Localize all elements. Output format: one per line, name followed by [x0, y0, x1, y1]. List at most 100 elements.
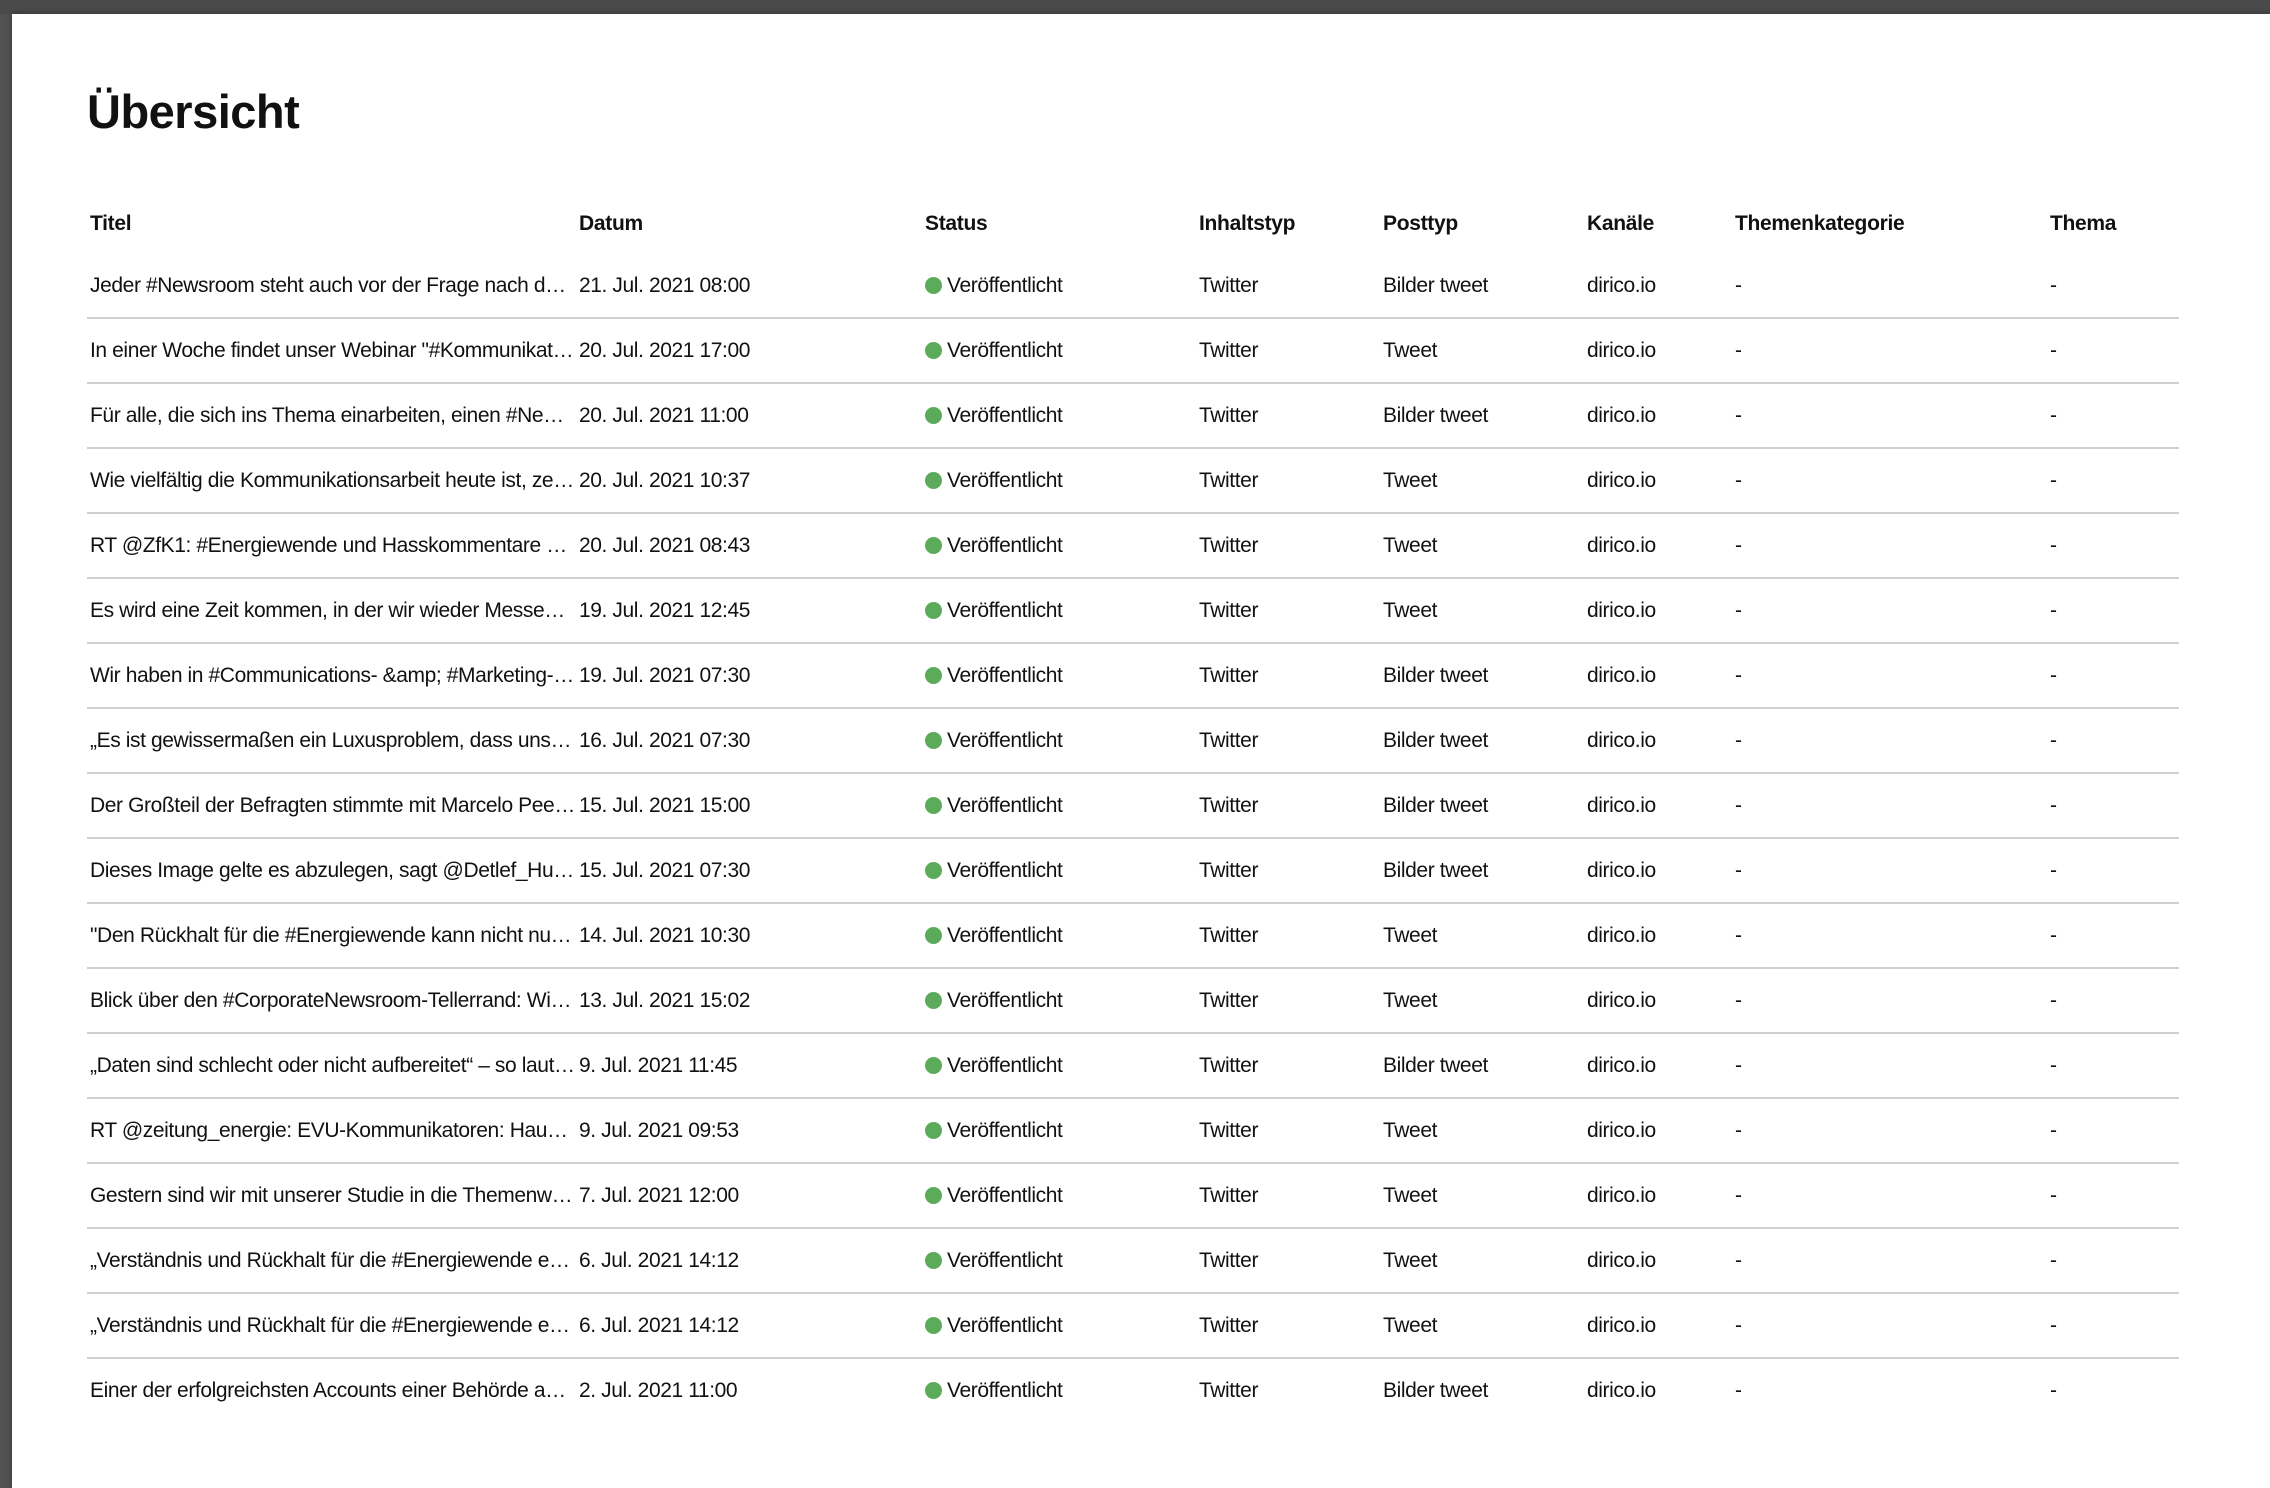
cell-date: 21. Jul. 2021 08:00	[576, 254, 922, 319]
cell-topic-category: -	[1732, 254, 2047, 319]
table-row[interactable]: Jeder #Newsroom steht auch vor der Frage…	[87, 254, 2179, 319]
status-dot-icon	[925, 796, 942, 814]
column-header-date: Datum	[579, 212, 643, 235]
cell-topic: -	[2047, 708, 2179, 774]
cell-content-type: Twitter	[1196, 708, 1380, 774]
cell-title: Einer der erfolgreichsten Accounts einer…	[90, 1378, 576, 1402]
cell-status: Veröffentlicht	[922, 903, 1196, 969]
cell-topic: -	[2047, 318, 2179, 384]
cell-date: 16. Jul. 2021 07:30	[576, 708, 922, 774]
cell-post-type: Tweet	[1380, 1228, 1584, 1294]
cell-status: Veröffentlicht	[922, 513, 1196, 579]
cell-topic-category: -	[1732, 1098, 2047, 1164]
table-row[interactable]: „Es ist gewissermaßen ein Luxusproblem, …	[87, 708, 2179, 774]
status-dot-icon	[925, 341, 942, 359]
cell-date: 2. Jul. 2021 11:00	[579, 1378, 738, 1402]
cell-channels: dirico.io	[1584, 1098, 1732, 1164]
table-row[interactable]: „Verständnis und Rückhalt für die #Energ…	[87, 1293, 2179, 1359]
cell-topic: -	[2047, 1098, 2179, 1164]
cell-channels: dirico.io	[1584, 383, 1732, 449]
cell-topic: -	[2047, 1293, 2179, 1359]
status-dot-icon	[925, 666, 942, 684]
column-header-post-type: Posttyp	[1383, 212, 1458, 235]
cell-post-type: Bilder tweet	[1380, 383, 1584, 449]
column-header-content-type: Inhaltstyp	[1199, 212, 1296, 235]
table-row[interactable]: Wir haben in #Communications- &amp; #Mar…	[87, 643, 2179, 709]
cell-topic-category: -	[1732, 1033, 2047, 1099]
table-row[interactable]: „Daten sind schlecht oder nicht aufberei…	[87, 1033, 2179, 1099]
table-row[interactable]: RT @ZfK1: #Energiewende und Hasskommenta…	[87, 513, 2179, 579]
cell-status: Veröffentlicht	[922, 1293, 1196, 1359]
cell-title: RT @ZfK1: #Energiewende und Hasskommenta…	[87, 513, 576, 579]
cell-topic: -	[2047, 513, 2179, 579]
cell-status: Veröffentlicht	[922, 643, 1196, 709]
cell-post-type: Tweet	[1380, 968, 1584, 1034]
status-label: Veröffentlicht	[947, 663, 1063, 687]
cell-post-type: Tweet	[1380, 1098, 1584, 1164]
cell-channels: dirico.io	[1584, 254, 1732, 319]
table-row[interactable]: Wie vielfältig die Kommunikationsarbeit …	[87, 448, 2179, 514]
table-row[interactable]: „Verständnis und Rückhalt für die #Energ…	[87, 1228, 2179, 1294]
cell-topic: -	[2047, 1228, 2179, 1294]
cell-date: 15. Jul. 2021 07:30	[576, 838, 922, 904]
table-row[interactable]: Es wird eine Zeit kommen, in der wir wie…	[87, 578, 2179, 644]
cell-date: 14. Jul. 2021 10:30	[576, 903, 922, 969]
table-row[interactable]: "Den Rückhalt für die #Energiewende kann…	[87, 903, 2179, 969]
cell-topic-category: -	[1732, 1163, 2047, 1229]
status-dot-icon	[925, 926, 942, 944]
cell-date: 20. Jul. 2021 10:37	[576, 448, 922, 514]
cell-status: Veröffentlicht	[922, 838, 1196, 904]
table-row[interactable]: Einer der erfolgreichsten Accounts einer…	[87, 1358, 2179, 1422]
cell-status: Veröffentlicht	[922, 383, 1196, 449]
cell-topic-category: -	[1732, 448, 2047, 514]
status-label: Veröffentlicht	[947, 1118, 1063, 1142]
cell-title: Für alle, die sich ins Thema einarbeiten…	[87, 383, 576, 449]
cell-date: 20. Jul. 2021 17:00	[576, 318, 922, 384]
table-row[interactable]: Der Großteil der Befragten stimmte mit M…	[87, 773, 2179, 839]
cell-topic: -	[2047, 254, 2179, 319]
cell-status: Veröffentlicht	[922, 318, 1196, 384]
cell-post-type: Bilder tweet	[1380, 838, 1584, 904]
cell-post-type: Tweet	[1380, 448, 1584, 514]
status-dot-icon	[925, 601, 942, 619]
table-row[interactable]: Für alle, die sich ins Thema einarbeiten…	[87, 383, 2179, 449]
cell-topic: -	[2047, 383, 2179, 449]
cell-date: 19. Jul. 2021 12:45	[576, 578, 922, 644]
status-label: Veröffentlicht	[947, 338, 1063, 362]
cell-content-type: Twitter	[1196, 773, 1380, 839]
cell-title: Es wird eine Zeit kommen, in der wir wie…	[87, 578, 576, 644]
status-dot-icon	[925, 1121, 942, 1139]
overview-table: Titel Datum Status Inhaltstyp Posttyp Ka…	[87, 194, 2179, 1422]
page-title: Übersicht	[87, 85, 300, 138]
status-label: Veröffentlicht	[947, 728, 1063, 752]
status-dot-icon	[925, 1186, 942, 1204]
cell-status: Veröffentlicht	[922, 1098, 1196, 1164]
status-label: Veröffentlicht	[947, 1378, 1063, 1402]
cell-title: RT @zeitung_energie: EVU-Kommunikatoren:…	[87, 1098, 576, 1164]
cell-status: Veröffentlicht	[922, 968, 1196, 1034]
column-header-status: Status	[925, 212, 988, 235]
cell-title: Gestern sind wir mit unserer Studie in d…	[87, 1163, 576, 1229]
cell-title: Blick über den #CorporateNewsroom-Teller…	[87, 968, 576, 1034]
cell-content-type: Twitter	[1196, 1293, 1380, 1359]
cell-topic-category: -	[1732, 578, 2047, 644]
cell-status: Veröffentlicht	[922, 1358, 1196, 1422]
cell-title: Wir haben in #Communications- &amp; #Mar…	[87, 643, 576, 709]
table-row[interactable]: Blick über den #CorporateNewsroom-Teller…	[87, 968, 2179, 1034]
cell-status: Veröffentlicht	[922, 1228, 1196, 1294]
cell-status: Veröffentlicht	[922, 578, 1196, 644]
cell-topic-category: -	[1732, 1293, 2047, 1359]
table-body: Jeder #Newsroom steht auch vor der Frage…	[87, 254, 2179, 1422]
cell-date: 9. Jul. 2021 09:53	[576, 1098, 922, 1164]
table-row[interactable]: Dieses Image gelte es abzulegen, sagt @D…	[87, 838, 2179, 904]
table-row[interactable]: Gestern sind wir mit unserer Studie in d…	[87, 1163, 2179, 1229]
cell-post-type: Tweet	[1380, 513, 1584, 579]
cell-status: Veröffentlicht	[922, 1163, 1196, 1229]
cell-content-type: Twitter	[1196, 903, 1380, 969]
cell-post-type: Tweet	[1380, 318, 1584, 384]
cell-post-type: Bilder tweet	[1380, 773, 1584, 839]
cell-post-type: Bilder tweet	[1380, 708, 1584, 774]
status-label: Veröffentlicht	[947, 468, 1063, 492]
table-row[interactable]: In einer Woche findet unser Webinar "#Ko…	[87, 318, 2179, 384]
table-row[interactable]: RT @zeitung_energie: EVU-Kommunikatoren:…	[87, 1098, 2179, 1164]
